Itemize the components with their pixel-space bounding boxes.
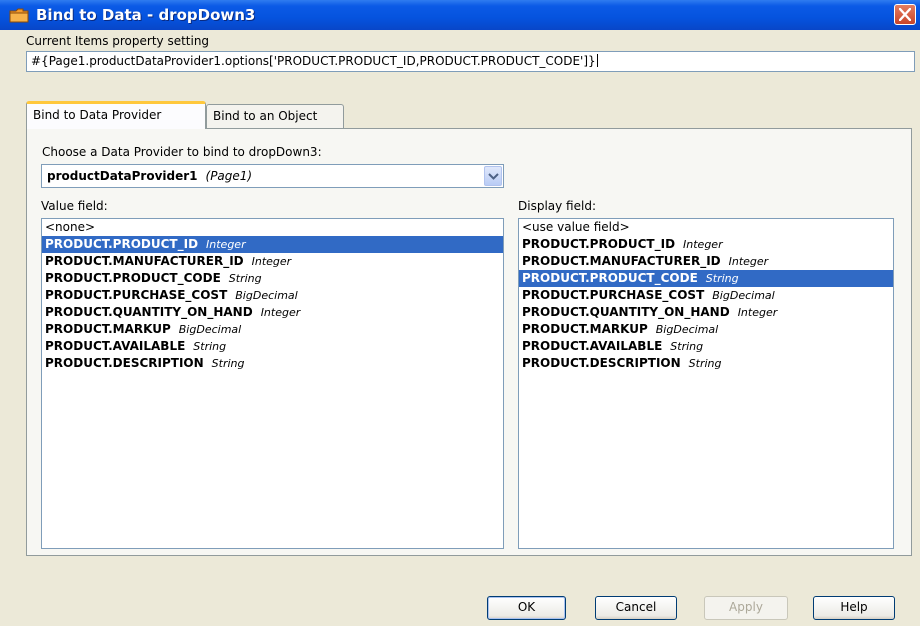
field-type: String [193, 340, 227, 353]
text-caret [596, 54, 598, 67]
help-button[interactable]: Help [813, 596, 895, 620]
value-field-label: Value field: [41, 199, 108, 213]
list-item[interactable]: PRODUCT.PRODUCT_CODE String [519, 270, 893, 287]
provider-label: Choose a Data Provider to bind to dropDo… [42, 145, 322, 159]
data-provider-dropdown[interactable]: productDataProvider1 (Page1) [41, 164, 504, 188]
field-name: PRODUCT.PRODUCT_CODE [45, 271, 221, 285]
field-type: String [670, 340, 704, 353]
list-item[interactable]: PRODUCT.MANUFACTURER_ID Integer [519, 253, 893, 270]
current-setting-value: #{Page1.productDataProvider1.options['PR… [31, 54, 596, 68]
field-type: String [228, 272, 262, 285]
field-type: String [688, 357, 722, 370]
close-button[interactable] [894, 4, 916, 25]
field-name: PRODUCT.PURCHASE_COST [45, 288, 228, 302]
dropdown-button[interactable] [484, 166, 502, 186]
list-item-use-value-field[interactable]: <use value field> [519, 219, 893, 236]
current-setting-label: Current Items property setting [26, 34, 210, 48]
field-type: BigDecimal [712, 289, 775, 302]
provider-name: productDataProvider1 [47, 169, 198, 183]
field-name: PRODUCT.MARKUP [522, 322, 648, 336]
field-name: PRODUCT.PURCHASE_COST [522, 288, 705, 302]
field-name: PRODUCT.DESCRIPTION [522, 356, 681, 370]
field-type: BigDecimal [235, 289, 298, 302]
field-type: BigDecimal [655, 323, 719, 336]
field-name: PRODUCT.PRODUCT_ID [522, 237, 676, 251]
field-type: Integer [206, 238, 246, 251]
field-type: BigDecimal [178, 323, 242, 336]
list-item[interactable]: PRODUCT.PURCHASE_COST BigDecimal [519, 287, 893, 304]
tab-bind-to-data-provider[interactable]: Bind to Data Provider [26, 101, 206, 129]
provider-scope: (Page1) [205, 169, 253, 183]
field-name: PRODUCT.AVAILABLE [45, 339, 186, 353]
list-item[interactable]: PRODUCT.QUANTITY_ON_HAND Integer [519, 304, 893, 321]
field-type: Integer [251, 255, 292, 268]
field-name: PRODUCT.DESCRIPTION [45, 356, 204, 370]
apply-button[interactable]: Apply [704, 596, 788, 620]
cancel-button[interactable]: Cancel [595, 596, 677, 620]
list-item[interactable]: PRODUCT.MARKUP BigDecimal [519, 321, 893, 338]
tab-bind-to-an-object[interactable]: Bind to an Object [206, 104, 344, 128]
list-item[interactable]: PRODUCT.MARKUP BigDecimal [42, 321, 503, 338]
list-item[interactable]: PRODUCT.PRODUCT_ID Integer [519, 236, 893, 253]
field-name: PRODUCT.QUANTITY_ON_HAND [522, 305, 730, 319]
list-item[interactable]: PRODUCT.PURCHASE_COST BigDecimal [42, 287, 503, 304]
list-item[interactable]: PRODUCT.PRODUCT_CODE String [42, 270, 503, 287]
field-name: PRODUCT.QUANTITY_ON_HAND [45, 305, 253, 319]
field-type: String [211, 357, 245, 370]
field-name: PRODUCT.PRODUCT_CODE [522, 271, 698, 285]
list-item[interactable]: PRODUCT.MANUFACTURER_ID Integer [42, 253, 503, 270]
folder-icon [9, 8, 29, 23]
field-name: PRODUCT.MARKUP [45, 322, 171, 336]
display-field-label: Display field: [518, 199, 596, 213]
display-field-list[interactable]: <use value field> PRODUCT.PRODUCT_ID Inte… [518, 218, 894, 549]
field-name: PRODUCT.PRODUCT_ID [45, 237, 199, 251]
list-item-none[interactable]: <none> [42, 219, 503, 236]
field-name: PRODUCT.MANUFACTURER_ID [45, 254, 244, 268]
list-item[interactable]: PRODUCT.DESCRIPTION String [42, 355, 503, 372]
list-item[interactable]: PRODUCT.AVAILABLE String [42, 338, 503, 355]
list-item[interactable]: PRODUCT.QUANTITY_ON_HAND Integer [42, 304, 503, 321]
list-item[interactable]: PRODUCT.AVAILABLE String [519, 338, 893, 355]
field-name: PRODUCT.MANUFACTURER_ID [522, 254, 721, 268]
field-type: Integer [737, 306, 778, 319]
list-item[interactable]: PRODUCT.PRODUCT_ID Integer [42, 236, 503, 253]
ok-button[interactable]: OK [487, 596, 566, 620]
field-name: PRODUCT.AVAILABLE [522, 339, 663, 353]
window-title: Bind to Data - dropDown3 [36, 6, 256, 24]
field-type: String [705, 272, 739, 285]
data-provider-selected: productDataProvider1 (Page1) [47, 169, 252, 183]
field-type: Integer [728, 255, 769, 268]
value-field-list[interactable]: <none> PRODUCT.PRODUCT_ID Integer PRODUCT… [41, 218, 504, 549]
chevron-down-icon [488, 173, 499, 180]
field-type: Integer [260, 306, 301, 319]
title-bar: Bind to Data - dropDown3 [0, 0, 920, 30]
field-type: Integer [683, 238, 723, 251]
list-item[interactable]: PRODUCT.DESCRIPTION String [519, 355, 893, 372]
current-setting-field[interactable]: #{Page1.productDataProvider1.options['PR… [26, 51, 915, 72]
